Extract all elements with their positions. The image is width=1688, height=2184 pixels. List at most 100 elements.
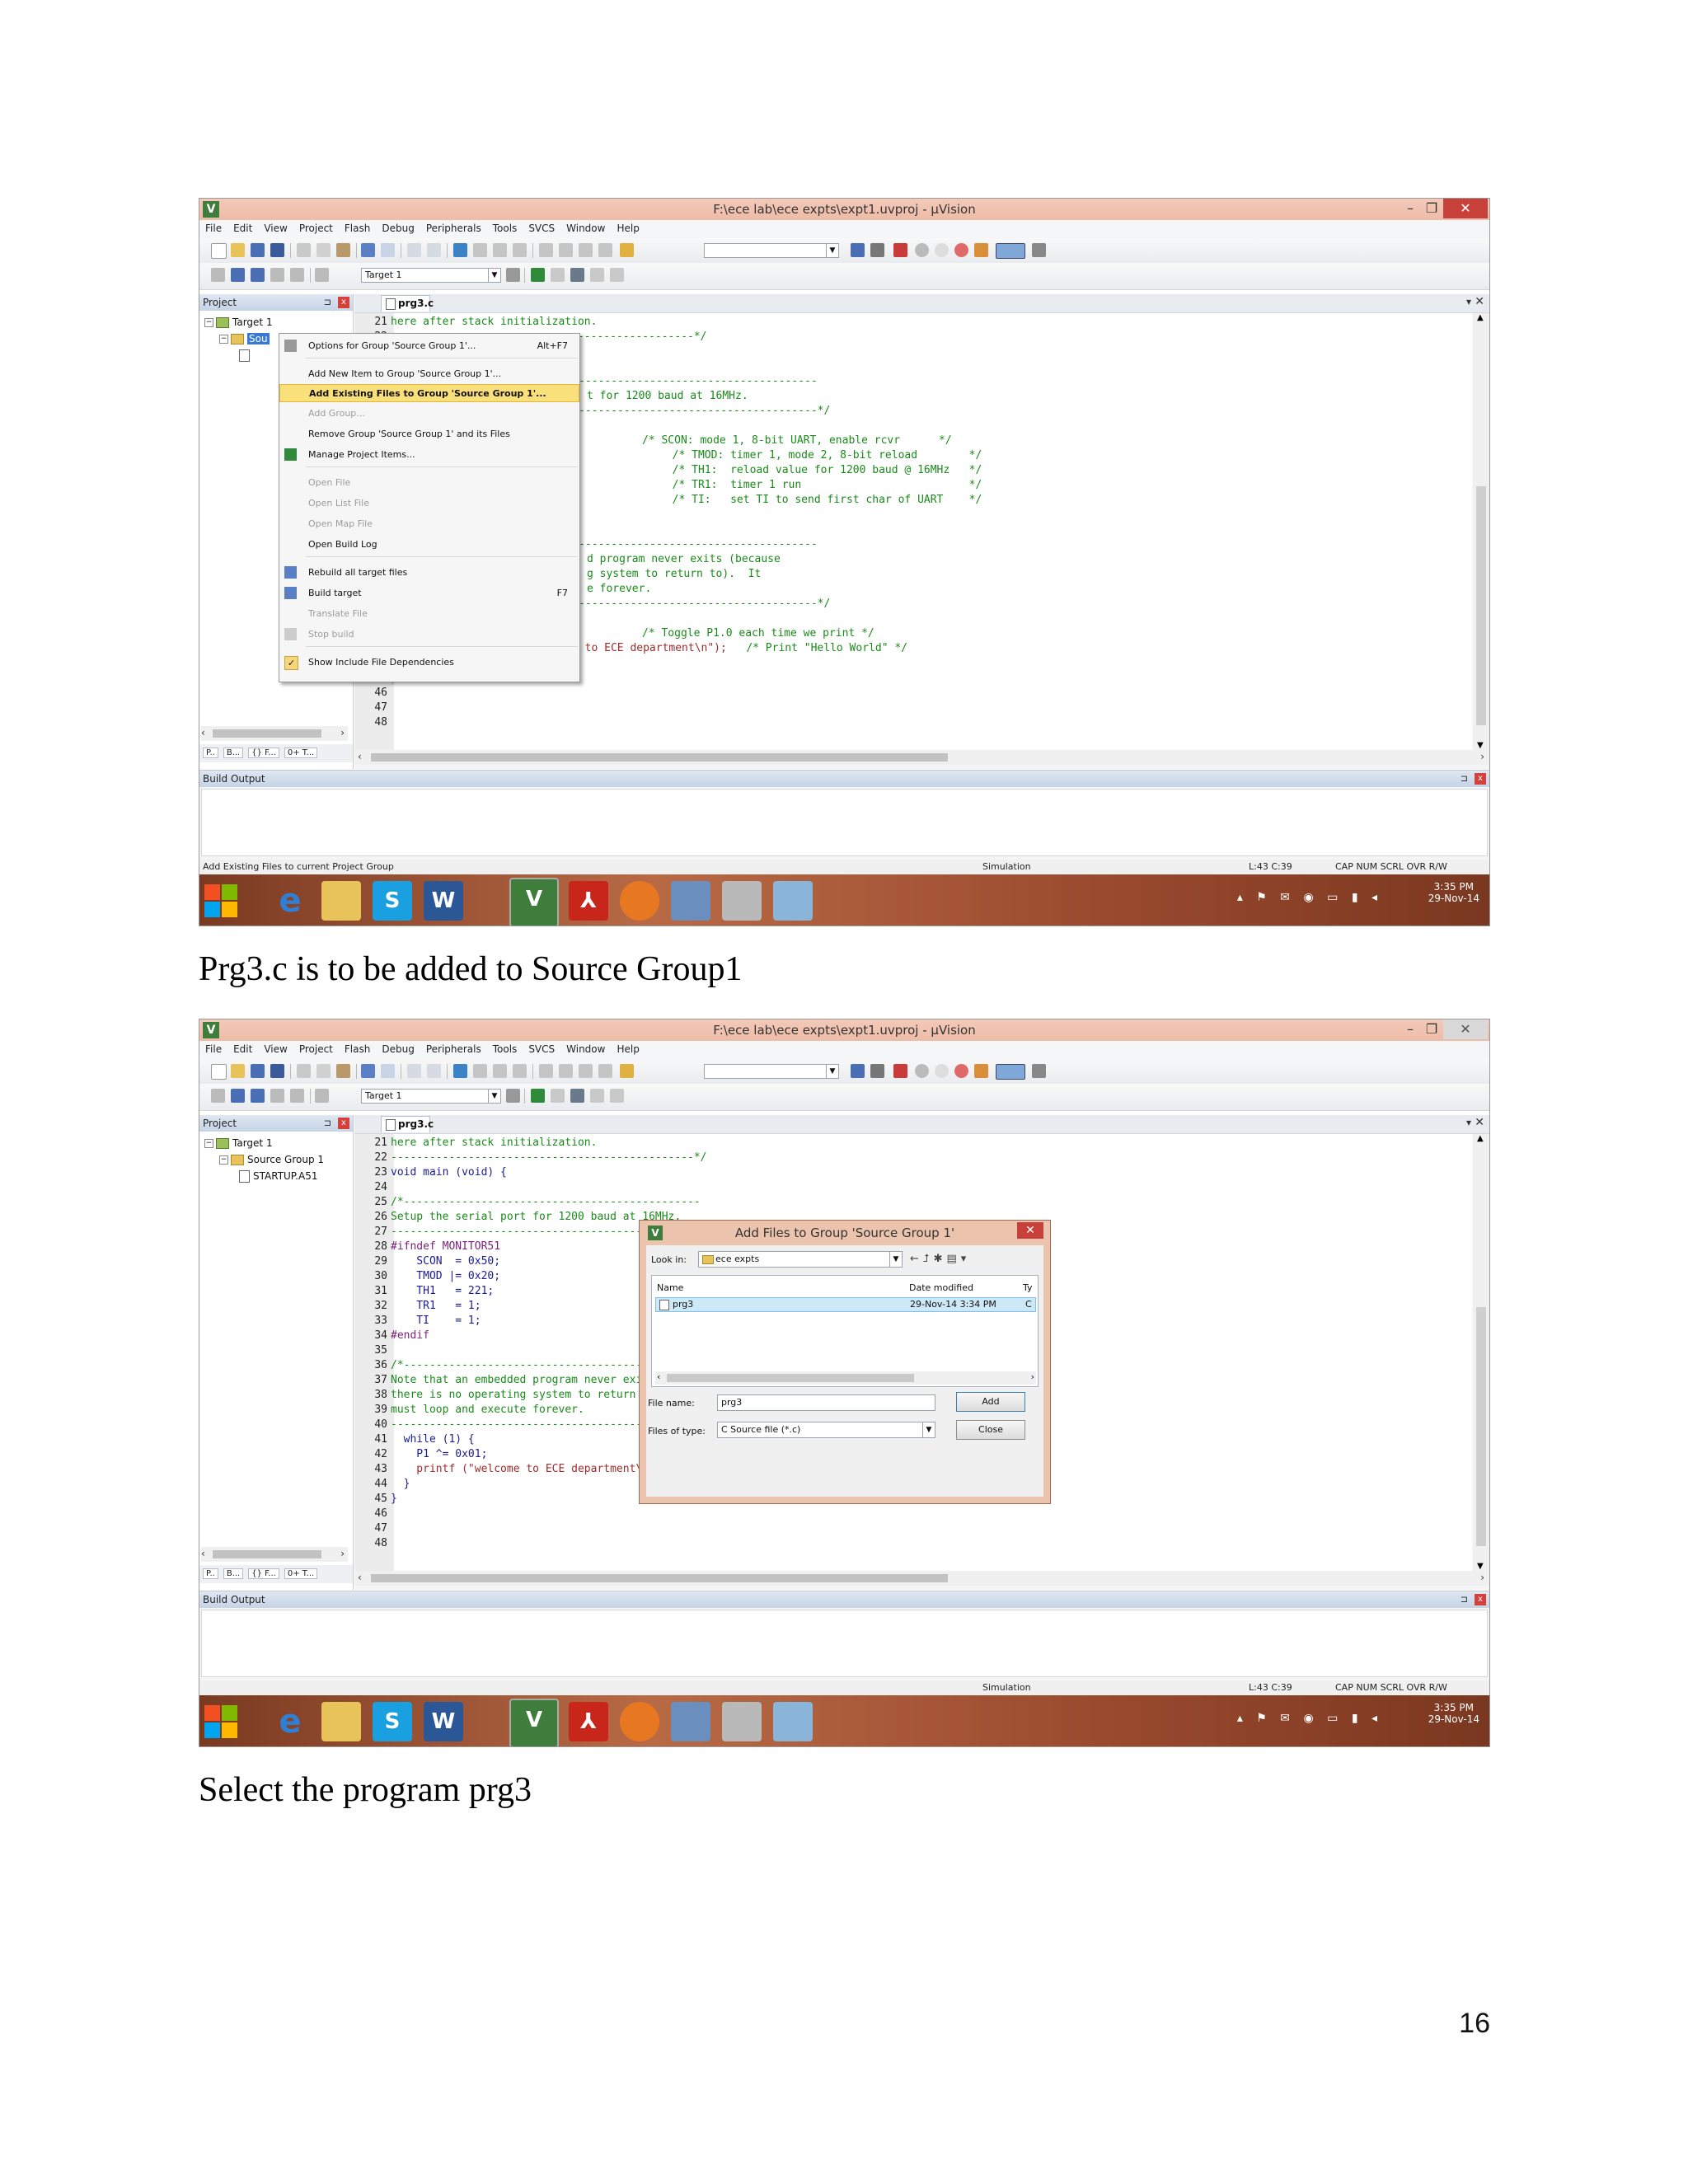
menu-svcs[interactable]: SVCS	[523, 220, 560, 234]
save-all-icon[interactable]	[270, 1064, 284, 1078]
menu-tools[interactable]: Tools	[487, 220, 523, 234]
close-button[interactable]: ✕	[1443, 199, 1488, 218]
rte-icon[interactable]	[570, 1089, 584, 1103]
dialog-close-button[interactable]: Close	[956, 1420, 1025, 1440]
project-pane-close-icon[interactable]: x	[338, 1118, 349, 1129]
file-row-prg3[interactable]: prg3 29-Nov-14 3:34 PM C	[655, 1297, 1036, 1312]
packs-icon[interactable]	[590, 268, 604, 282]
tab-books[interactable]: B...	[223, 748, 244, 758]
paint-icon[interactable]	[773, 881, 813, 921]
col-date[interactable]: Date modified	[909, 1282, 973, 1293]
menu-item-open-list-file[interactable]: Open List File	[279, 494, 579, 513]
tab-functions[interactable]: {} F...	[248, 1568, 279, 1579]
select-packs-icon[interactable]	[551, 268, 565, 282]
remote-desktop-icon[interactable]	[671, 1702, 710, 1741]
paint-icon[interactable]	[773, 1702, 813, 1741]
menu-debug[interactable]: Debug	[376, 1041, 420, 1055]
maximize-button[interactable]: ❐	[1422, 199, 1442, 218]
tree-item-file[interactable]	[204, 347, 273, 363]
acrobat-icon[interactable]: ⅄	[569, 881, 608, 921]
indent-icon[interactable]	[539, 1064, 553, 1078]
menu-item-translate-file[interactable]: Translate File	[279, 605, 579, 623]
menu-item-show-include-deps[interactable]: ✓ Show Include File Dependencies	[279, 654, 579, 672]
file-type-select[interactable]: C Source file (*.c) ▼	[717, 1422, 935, 1438]
comment-icon[interactable]	[579, 1064, 593, 1078]
menu-item-open-file[interactable]: Open File	[279, 474, 579, 492]
file-list-hscroll[interactable]: ‹ ›	[655, 1371, 1036, 1385]
stop-build-icon[interactable]	[290, 268, 304, 282]
incremental-find-icon[interactable]	[870, 1064, 884, 1078]
skype-icon[interactable]: S	[373, 881, 412, 921]
download-icon[interactable]	[315, 268, 329, 282]
menu-file[interactable]: File	[199, 1041, 227, 1055]
collapse-icon[interactable]: −	[219, 1155, 228, 1165]
disable-breakpoint-icon[interactable]	[935, 243, 949, 257]
tab-functions[interactable]: {} F...	[248, 748, 279, 758]
menu-window[interactable]: Window	[560, 220, 611, 234]
find-in-files-icon[interactable]	[620, 243, 634, 257]
menu-svcs[interactable]: SVCS	[523, 1041, 560, 1055]
next-bookmark-icon[interactable]	[493, 243, 507, 257]
col-type[interactable]: Ty	[1023, 1282, 1033, 1293]
copy-icon[interactable]	[316, 1064, 331, 1078]
cut-icon[interactable]	[297, 1064, 311, 1078]
wrench-icon[interactable]	[1032, 1064, 1046, 1078]
nav-forward-icon[interactable]	[427, 243, 441, 257]
batch-build-icon[interactable]	[270, 1089, 284, 1103]
start-button-icon[interactable]	[204, 884, 237, 917]
tab-project[interactable]: P..	[203, 748, 218, 758]
remote-desktop-icon[interactable]	[671, 881, 710, 921]
windows-icon[interactable]	[996, 243, 1025, 259]
next-bookmark-icon[interactable]	[493, 1064, 507, 1078]
editor-vscroll[interactable]: ▲ ▼	[1473, 313, 1489, 750]
menu-peripherals[interactable]: Peripherals	[420, 1041, 487, 1055]
debug-session-icon[interactable]	[893, 243, 907, 257]
undo-icon[interactable]	[361, 243, 375, 257]
menu-file[interactable]: File	[199, 220, 227, 234]
nav-back-icon[interactable]	[407, 243, 421, 257]
tree-item-target[interactable]: − Target 1	[204, 1135, 324, 1151]
pin-icon[interactable]: ⊐	[1461, 773, 1468, 784]
wrench-icon[interactable]	[1032, 243, 1046, 257]
target-select[interactable]: Target 1 ▼	[361, 1089, 501, 1104]
prev-bookmark-icon[interactable]	[473, 243, 487, 257]
clock[interactable]: 3:35 PM 29-Nov-14	[1428, 881, 1479, 904]
uncomment-icon[interactable]	[598, 243, 612, 257]
collapse-icon[interactable]: −	[204, 318, 213, 327]
clock[interactable]: 3:35 PM 29-Nov-14	[1428, 1702, 1479, 1725]
menu-peripherals[interactable]: Peripherals	[420, 220, 487, 234]
unindent-icon[interactable]	[559, 1064, 573, 1078]
snipping-tool-icon[interactable]	[722, 881, 762, 921]
uvision-taskbar-icon[interactable]: V	[509, 1699, 559, 1746]
project-hscroll[interactable]: ‹ ›	[201, 726, 348, 741]
pin-icon[interactable]: ⊐	[324, 1118, 331, 1128]
system-tray-icons[interactable]: ▴ ⚑ ✉ ◉ ▭ ▮ ◂	[1237, 1712, 1382, 1725]
tab-templates[interactable]: 0+ T...	[284, 748, 318, 758]
firefox-icon[interactable]	[620, 1702, 659, 1741]
windows-icon[interactable]	[996, 1064, 1025, 1080]
tab-books[interactable]: B...	[223, 1568, 244, 1579]
open-folder-icon[interactable]	[231, 1064, 245, 1078]
translate-icon[interactable]	[211, 268, 225, 282]
collapse-icon[interactable]: −	[204, 1139, 213, 1148]
target-options-icon[interactable]	[506, 1089, 520, 1103]
menu-item-rebuild-all[interactable]: Rebuild all target files	[279, 564, 579, 582]
configure-icon[interactable]	[974, 243, 988, 257]
new-folder-icon[interactable]: ✱	[934, 1253, 947, 1265]
menu-tools[interactable]: Tools	[487, 1041, 523, 1055]
save-all-icon[interactable]	[270, 243, 284, 257]
prev-bookmark-icon[interactable]	[473, 1064, 487, 1078]
breakpoint-icon[interactable]	[915, 1064, 929, 1078]
packs-icon[interactable]	[590, 1089, 604, 1103]
uvision-taskbar-icon[interactable]: V	[509, 878, 559, 926]
tree-item-startup[interactable]: STARTUP.A51	[204, 1168, 324, 1184]
dialog-nav-icons[interactable]: ←⮥✱▤▾	[910, 1253, 970, 1265]
firefox-icon[interactable]	[620, 881, 659, 921]
view-menu-icon[interactable]: ▤▾	[946, 1253, 970, 1265]
find-combo[interactable]: ▼	[704, 1064, 839, 1079]
acrobat-icon[interactable]: ⅄	[569, 1702, 608, 1741]
target-options-icon[interactable]	[506, 268, 520, 282]
clear-bookmarks-icon[interactable]	[513, 243, 527, 257]
ie-icon[interactable]: e	[270, 1702, 310, 1741]
manage-project-icon[interactable]	[531, 1089, 545, 1103]
